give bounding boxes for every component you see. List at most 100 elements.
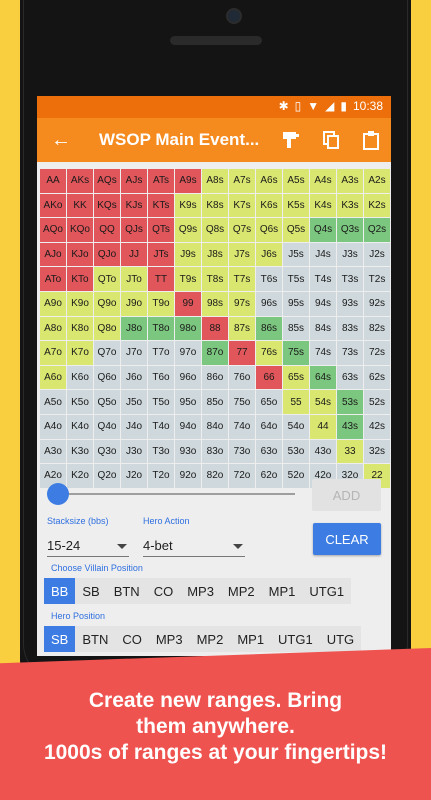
hand-cell[interactable]: 92o bbox=[175, 464, 201, 488]
hand-cell[interactable]: 94s bbox=[310, 291, 336, 316]
arrow-back-icon[interactable]: ← bbox=[51, 128, 71, 152]
hand-cell[interactable]: QTs bbox=[148, 218, 174, 242]
hand-cell[interactable]: 62s bbox=[364, 365, 390, 390]
hand-cell[interactable]: 65s bbox=[283, 365, 309, 390]
villain-position-option[interactable]: SB bbox=[75, 578, 106, 604]
hand-cell[interactable]: A7o bbox=[40, 341, 66, 365]
hand-cell[interactable]: Q5s bbox=[283, 218, 309, 242]
hand-cell[interactable]: QQ bbox=[94, 218, 120, 242]
hand-cell[interactable]: T5o bbox=[148, 390, 174, 414]
hand-cell[interactable]: 44 bbox=[310, 414, 336, 439]
hand-cell[interactable]: ATo bbox=[40, 267, 66, 291]
hand-cell[interactable]: 85o bbox=[202, 390, 228, 414]
hand-cell[interactable]: A4o bbox=[40, 414, 66, 439]
hand-cell[interactable]: TT bbox=[148, 267, 174, 291]
hand-cell[interactable]: Q5o bbox=[94, 390, 120, 414]
hand-cell[interactable]: 74s bbox=[310, 341, 336, 365]
hero-position-option[interactable]: MP2 bbox=[190, 626, 231, 652]
hand-cell[interactable]: J5o bbox=[121, 390, 147, 414]
hand-cell[interactable]: T9o bbox=[148, 291, 174, 316]
hand-cell[interactable]: 87s bbox=[229, 316, 255, 341]
hand-cell[interactable]: T8o bbox=[148, 316, 174, 341]
hand-cell[interactable]: J3s bbox=[337, 242, 363, 267]
hand-cell[interactable]: T3s bbox=[337, 267, 363, 291]
hero-position-option[interactable]: SB bbox=[44, 626, 76, 652]
hand-cell[interactable]: J7s bbox=[229, 242, 255, 267]
hand-cell[interactable]: K4o bbox=[67, 414, 93, 439]
hand-cell[interactable]: K5s bbox=[283, 193, 309, 218]
hand-cell[interactable]: 98s bbox=[202, 291, 228, 316]
hand-cell[interactable]: 53o bbox=[283, 439, 309, 464]
hand-cell[interactable]: Q9o bbox=[94, 291, 120, 316]
hand-cell[interactable]: 84s bbox=[310, 316, 336, 341]
hand-cell[interactable]: 66 bbox=[256, 365, 282, 390]
hand-cell[interactable]: 73s bbox=[337, 341, 363, 365]
hand-cell[interactable]: 52s bbox=[364, 390, 390, 414]
hand-cell[interactable]: AJs bbox=[121, 169, 147, 193]
villain-position-option[interactable]: BTN bbox=[107, 578, 147, 604]
hand-cell[interactable]: KTs bbox=[148, 193, 174, 218]
hand-cell[interactable]: 75s bbox=[283, 341, 309, 365]
hand-cell[interactable]: T6o bbox=[148, 365, 174, 390]
hand-cell[interactable]: K7o bbox=[67, 341, 93, 365]
hand-cell[interactable]: T7s bbox=[229, 267, 255, 291]
hand-cell[interactable]: 53s bbox=[337, 390, 363, 414]
hand-cell[interactable]: 96s bbox=[256, 291, 282, 316]
hand-cell[interactable]: KQo bbox=[67, 218, 93, 242]
hand-cell[interactable]: 74o bbox=[229, 414, 255, 439]
hero-position-option[interactable]: CO bbox=[115, 626, 149, 652]
copy-icon[interactable] bbox=[321, 130, 341, 150]
brush-icon[interactable] bbox=[281, 130, 301, 150]
hand-cell[interactable]: 72o bbox=[229, 464, 255, 488]
hand-cell[interactable]: K8o bbox=[67, 316, 93, 341]
hand-cell[interactable]: 54s bbox=[310, 390, 336, 414]
hand-cell[interactable]: K2o bbox=[67, 464, 93, 488]
hand-cell[interactable]: 54o bbox=[283, 414, 309, 439]
hand-cell[interactable]: J4o bbox=[121, 414, 147, 439]
hand-cell[interactable]: 97s bbox=[229, 291, 255, 316]
hand-cell[interactable]: Q9s bbox=[175, 218, 201, 242]
hand-cell[interactable]: 65o bbox=[256, 390, 282, 414]
hand-cell[interactable]: A8s bbox=[202, 169, 228, 193]
villain-position-option[interactable]: MP3 bbox=[180, 578, 221, 604]
hand-cell[interactable]: 42s bbox=[364, 414, 390, 439]
hand-cell[interactable]: 73o bbox=[229, 439, 255, 464]
hand-cell[interactable]: ATs bbox=[148, 169, 174, 193]
hand-cell[interactable]: Q4s bbox=[310, 218, 336, 242]
hand-cell[interactable]: Q8s bbox=[202, 218, 228, 242]
hand-cell[interactable]: 83o bbox=[202, 439, 228, 464]
hand-cell[interactable]: Q8o bbox=[94, 316, 120, 341]
hand-cell[interactable]: 63o bbox=[256, 439, 282, 464]
hand-cell[interactable]: KTo bbox=[67, 267, 93, 291]
hand-cell[interactable]: J9s bbox=[175, 242, 201, 267]
hand-cell[interactable]: QJs bbox=[121, 218, 147, 242]
hand-cell[interactable]: Q7o bbox=[94, 341, 120, 365]
hand-cell[interactable]: QTo bbox=[94, 267, 120, 291]
hand-cell[interactable]: K6o bbox=[67, 365, 93, 390]
hand-cell[interactable]: 33 bbox=[337, 439, 363, 464]
hand-cell[interactable]: 86s bbox=[256, 316, 282, 341]
hand-cell[interactable]: T3o bbox=[148, 439, 174, 464]
hand-cell[interactable]: 63s bbox=[337, 365, 363, 390]
hand-cell[interactable]: A9s bbox=[175, 169, 201, 193]
hand-cell[interactable]: A9o bbox=[40, 291, 66, 316]
hand-cell[interactable]: T2s bbox=[364, 267, 390, 291]
hand-cell[interactable]: 95o bbox=[175, 390, 201, 414]
hand-cell[interactable]: AQo bbox=[40, 218, 66, 242]
hand-cell[interactable]: KJo bbox=[67, 242, 93, 267]
hand-cell[interactable]: JTo bbox=[121, 267, 147, 291]
hand-cell[interactable]: QJo bbox=[94, 242, 120, 267]
hand-cell[interactable]: 75o bbox=[229, 390, 255, 414]
hand-cell[interactable]: Q3s bbox=[337, 218, 363, 242]
villain-position-option[interactable]: CO bbox=[147, 578, 181, 604]
hand-cell[interactable]: 76o bbox=[229, 365, 255, 390]
hand-cell[interactable]: KK bbox=[67, 193, 93, 218]
hand-cell[interactable]: J6o bbox=[121, 365, 147, 390]
villain-position-option[interactable]: UTG1 bbox=[302, 578, 351, 604]
hand-cell[interactable]: K3o bbox=[67, 439, 93, 464]
hand-cell[interactable]: 93o bbox=[175, 439, 201, 464]
hand-cell[interactable]: J7o bbox=[121, 341, 147, 365]
hand-cell[interactable]: 85s bbox=[283, 316, 309, 341]
hand-cell[interactable]: 93s bbox=[337, 291, 363, 316]
hero-position-option[interactable]: MP3 bbox=[149, 626, 190, 652]
